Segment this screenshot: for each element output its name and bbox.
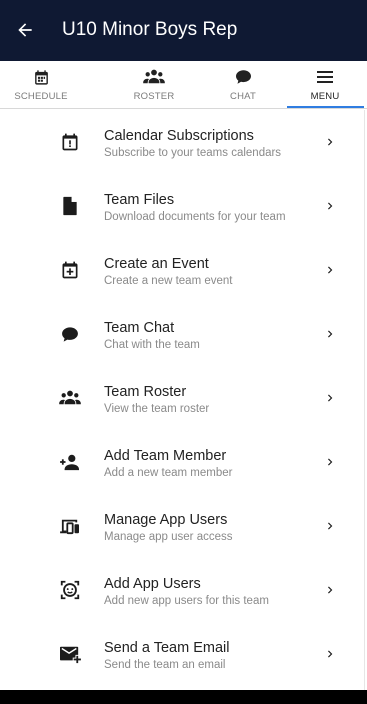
menu-item-title: Add App Users — [104, 576, 201, 592]
menu-item-title: Add Team Member — [104, 448, 227, 464]
tab-menu[interactable]: MENU — [287, 61, 363, 108]
menu-item-subtitle: Chat with the team — [104, 339, 200, 351]
menu-item-send-team-email[interactable]: Send a Team Email Send the team an email — [0, 622, 367, 686]
tab-label: ROSTER — [133, 91, 175, 102]
page-title: U10 Minor Boys Rep — [62, 19, 238, 40]
file-icon — [63, 196, 77, 216]
chat-bubble-icon — [62, 326, 78, 342]
menu-item-title: Team Roster — [104, 384, 187, 400]
menu-item-title: Manage App Users — [104, 512, 228, 528]
devices-icon — [60, 519, 79, 535]
menu-item-subtitle: View the team roster — [104, 403, 210, 415]
chevron-right-icon — [328, 330, 333, 338]
tab-label: CHAT — [230, 91, 256, 102]
active-tab-indicator — [287, 106, 364, 108]
chat-bubble-icon — [235, 70, 251, 84]
menu-item-subtitle: Subscribe to your teams calendars — [104, 147, 282, 159]
menu-item-add-app-users[interactable]: Add App Users Add new app users for this… — [0, 558, 367, 622]
people-icon — [143, 69, 165, 84]
email-plus-icon — [60, 646, 81, 664]
person-add-icon — [60, 454, 79, 471]
chevron-right-icon — [328, 586, 333, 594]
calendar-icon — [34, 69, 48, 85]
menu-item-title: Team Chat — [104, 320, 175, 336]
menu-item-title: Team Files — [104, 192, 175, 208]
tab-roster[interactable]: ROSTER — [116, 61, 192, 108]
chevron-right-icon — [328, 202, 333, 210]
face-frame-icon — [60, 580, 80, 600]
menu-item-calendar-subscriptions[interactable]: Calendar Subscriptions Subscribe to your… — [0, 110, 367, 174]
menu-item-team-roster[interactable]: Team Roster View the team roster — [0, 366, 367, 430]
tab-schedule[interactable]: SCHEDULE — [3, 61, 79, 108]
chevron-right-icon — [328, 522, 333, 530]
calendar-plus-icon — [62, 261, 78, 279]
chevron-right-icon — [328, 650, 333, 658]
chevron-right-icon — [328, 394, 333, 402]
menu-item-subtitle: Manage app user access — [104, 531, 233, 543]
menu-item-title: Create an Event — [104, 256, 209, 272]
tab-bar: SCHEDULE ROSTER CHAT MENU — [0, 61, 367, 109]
system-navigation-bar — [0, 690, 367, 704]
menu-item-manage-app-users[interactable]: Manage App Users Manage app user access — [0, 494, 367, 558]
menu-item-subtitle: Send the team an email — [104, 659, 226, 671]
tab-label: SCHEDULE — [14, 91, 68, 102]
menu-item-add-team-member[interactable]: Add Team Member Add a new team member — [0, 430, 367, 494]
back-button[interactable] — [12, 17, 38, 43]
chevron-right-icon — [328, 458, 333, 466]
people-icon — [59, 390, 81, 405]
tab-chat[interactable]: CHAT — [205, 61, 281, 108]
menu-item-title: Calendar Subscriptions — [104, 128, 254, 144]
menu-item-create-event[interactable]: Create an Event Create a new team event — [0, 238, 367, 302]
arrow-back-icon — [18, 23, 32, 37]
menu-item-subtitle: Add a new team member — [104, 467, 233, 479]
menu-item-team-chat[interactable]: Team Chat Chat with the team — [0, 302, 367, 366]
menu-item-subtitle: Create a new team event — [104, 275, 233, 287]
tab-label: MENU — [310, 91, 340, 102]
chevron-right-icon — [328, 266, 333, 274]
scroll-edge-divider — [364, 110, 365, 690]
hamburger-menu-icon — [317, 71, 333, 83]
app-bar: U10 Minor Boys Rep — [0, 0, 367, 61]
chevron-right-icon — [328, 138, 333, 146]
calendar-alert-icon — [62, 133, 78, 151]
menu-item-team-files[interactable]: Team Files Download documents for your t… — [0, 174, 367, 238]
menu-item-subtitle: Add new app users for this team — [104, 595, 269, 607]
menu-item-title: Send a Team Email — [104, 640, 230, 656]
menu-item-subtitle: Download documents for your team — [104, 211, 286, 223]
